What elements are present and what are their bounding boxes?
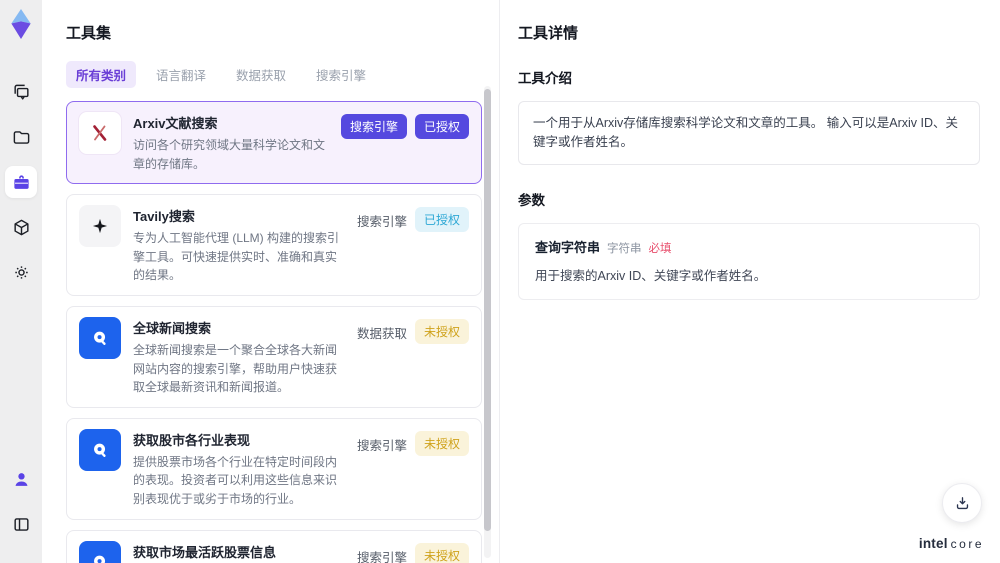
- user-avatar-icon[interactable]: [5, 463, 37, 495]
- brand-intel-text: intel: [918, 536, 948, 551]
- list-scrollbar: [484, 86, 491, 558]
- download-button[interactable]: [942, 483, 982, 523]
- intro-heading: 工具介绍: [518, 71, 572, 86]
- tool-card-title: 获取股市各行业表现: [133, 432, 251, 448]
- intro-text-box: 一个用于从Arxiv存储库搜索科学论文和文章的工具。 输入可以是Arxiv ID…: [518, 101, 980, 165]
- tool-card-title: Tavily搜索: [133, 209, 195, 225]
- tool-card-description: 访问各个研究领域大量科学论文和文章的存储库。: [133, 138, 326, 171]
- blue-search-icon: [79, 428, 121, 471]
- toolset-title: 工具集: [66, 25, 112, 42]
- category-tag: 搜索引擎: [340, 114, 407, 139]
- folder-icon[interactable]: [5, 121, 37, 153]
- brand-core-text: core: [950, 537, 984, 551]
- parameter-name: 查询字符串: [535, 239, 601, 255]
- category-tag: 搜索引擎: [356, 438, 407, 453]
- tool-card-tags: 数据获取 未授权: [357, 317, 469, 397]
- tool-card-body: Arxiv文献搜索 访问各个研究领域大量科学论文和文章的存储库。: [133, 112, 329, 173]
- tab-label: 搜索引擎: [316, 69, 367, 83]
- scrollbar-thumb[interactable]: [484, 89, 491, 531]
- left-nav-rail: [0, 0, 42, 563]
- blue-search-icon: [79, 540, 121, 563]
- category-tabs: 所有类别 语言翻译 数据获取 搜索引擎: [66, 61, 499, 88]
- tool-card[interactable]: 全球新闻搜索 全球新闻搜索是一个聚合全球各大新闻网站内容的搜索引擎，帮助用户快速…: [66, 305, 482, 408]
- settings-gear-icon[interactable]: [5, 256, 37, 288]
- tool-card-title: Arxiv文献搜索: [133, 116, 218, 131]
- toolset-panel: 工具集 所有类别 语言翻译 数据获取 搜索引擎 Arxiv文献搜索 访问各个研究…: [42, 0, 500, 563]
- category-tab[interactable]: 数据获取: [226, 61, 296, 88]
- tool-card-description: 提供股票市场各个行业在特定时间段内的表现。投资者可以利用这些信息来识别表现优于或…: [133, 454, 338, 506]
- tool-card-description: 全球新闻搜索是一个聚合全球各大新闻网站内容的搜索引擎，帮助用户快速获取全球最新资…: [133, 342, 338, 395]
- category-tab[interactable]: 语言翻译: [146, 61, 216, 88]
- tool-card-body: 全球新闻搜索 全球新闻搜索是一个聚合全球各大新闻网站内容的搜索引擎，帮助用户快速…: [133, 317, 345, 397]
- category-tab[interactable]: 所有类别: [66, 61, 137, 88]
- auth-status-badge: 未授权: [414, 430, 469, 456]
- auth-status-badge: 未授权: [414, 542, 469, 563]
- auth-status-badge: 未授权: [414, 318, 469, 344]
- package-icon[interactable]: [5, 211, 37, 243]
- app-window: 工具集 所有类别 语言翻译 数据获取 搜索引擎 Arxiv文献搜索 访问各个研究…: [0, 0, 1000, 563]
- tool-card-title: 全球新闻搜索: [133, 320, 212, 336]
- parameter-type: 字符串: [607, 242, 642, 255]
- tool-card-description: 专为人工智能代理 (LLM) 构建的搜索引擎工具。可快速提供实时、准确和真实的结…: [133, 231, 340, 283]
- tool-card-tags: 搜索引擎 未授权: [357, 541, 469, 563]
- detail-title: 工具详情: [518, 25, 579, 42]
- tab-label: 数据获取: [236, 69, 287, 83]
- tool-detail-panel: 工具详情 工具介绍 一个用于从Arxiv存储库搜索科学论文和文章的工具。 输入可…: [500, 0, 1000, 563]
- auth-status-badge: 已授权: [414, 114, 469, 139]
- tool-card[interactable]: 获取股市各行业表现 提供股票市场各个行业在特定时间段内的表现。投资者可以利用这些…: [66, 417, 482, 520]
- tool-card-body: 获取市场最活跃股票信息 提供当天交易量最高的股票列表。投资者可以利用这些信息来识…: [133, 541, 345, 563]
- category-tab[interactable]: 搜索引擎: [306, 61, 376, 88]
- tool-card-body: Tavily搜索 专为人工智能代理 (LLM) 构建的搜索引擎工具。可快速提供实…: [133, 205, 345, 285]
- tab-label: 语言翻译: [156, 69, 207, 83]
- tool-card-tags: 搜索引擎 未授权: [357, 429, 469, 509]
- tool-card[interactable]: 获取市场最活跃股票信息 提供当天交易量最高的股票列表。投资者可以利用这些信息来识…: [66, 529, 482, 563]
- params-heading: 参数: [518, 192, 545, 208]
- tool-card-tags: 搜索引擎 已授权: [340, 112, 469, 173]
- category-tag: 搜索引擎: [356, 215, 407, 230]
- category-tag: 数据获取: [356, 326, 407, 341]
- tool-card[interactable]: Tavily搜索 专为人工智能代理 (LLM) 构建的搜索引擎工具。可快速提供实…: [66, 194, 482, 296]
- tool-card-title: 获取市场最活跃股票信息: [133, 544, 277, 560]
- intel-core-logo: intel core: [919, 536, 984, 551]
- sparkle-icon: [79, 205, 121, 248]
- tab-label: 所有类别: [76, 69, 127, 83]
- tool-card-list: Arxiv文献搜索 访问各个研究领域大量科学论文和文章的存储库。 搜索引擎 已授…: [66, 101, 482, 563]
- parameter-header: 查询字符串 字符串 必填: [535, 237, 963, 256]
- toolbox-icon[interactable]: [5, 166, 37, 198]
- category-tag: 搜索引擎: [356, 550, 407, 563]
- arxiv-icon: [79, 112, 121, 154]
- blue-search-icon: [79, 316, 121, 359]
- tool-card[interactable]: Arxiv文献搜索 访问各个研究领域大量科学论文和文章的存储库。 搜索引擎 已授…: [66, 101, 482, 185]
- tool-card-body: 获取股市各行业表现 提供股票市场各个行业在特定时间段内的表现。投资者可以利用这些…: [133, 429, 345, 509]
- panel-toggle-icon[interactable]: [5, 508, 37, 540]
- parameter-item: 查询字符串 字符串 必填 用于搜索的Arxiv ID、关键字或作者姓名。: [518, 222, 980, 300]
- tool-card-tags: 搜索引擎 已授权: [357, 205, 469, 285]
- parameter-required-flag: 必填: [648, 242, 672, 255]
- app-logo-icon: [6, 8, 36, 40]
- chat-icon[interactable]: [5, 76, 37, 108]
- auth-status-badge: 已授权: [414, 207, 469, 233]
- parameter-description: 用于搜索的Arxiv ID、关键字或作者姓名。: [535, 268, 767, 283]
